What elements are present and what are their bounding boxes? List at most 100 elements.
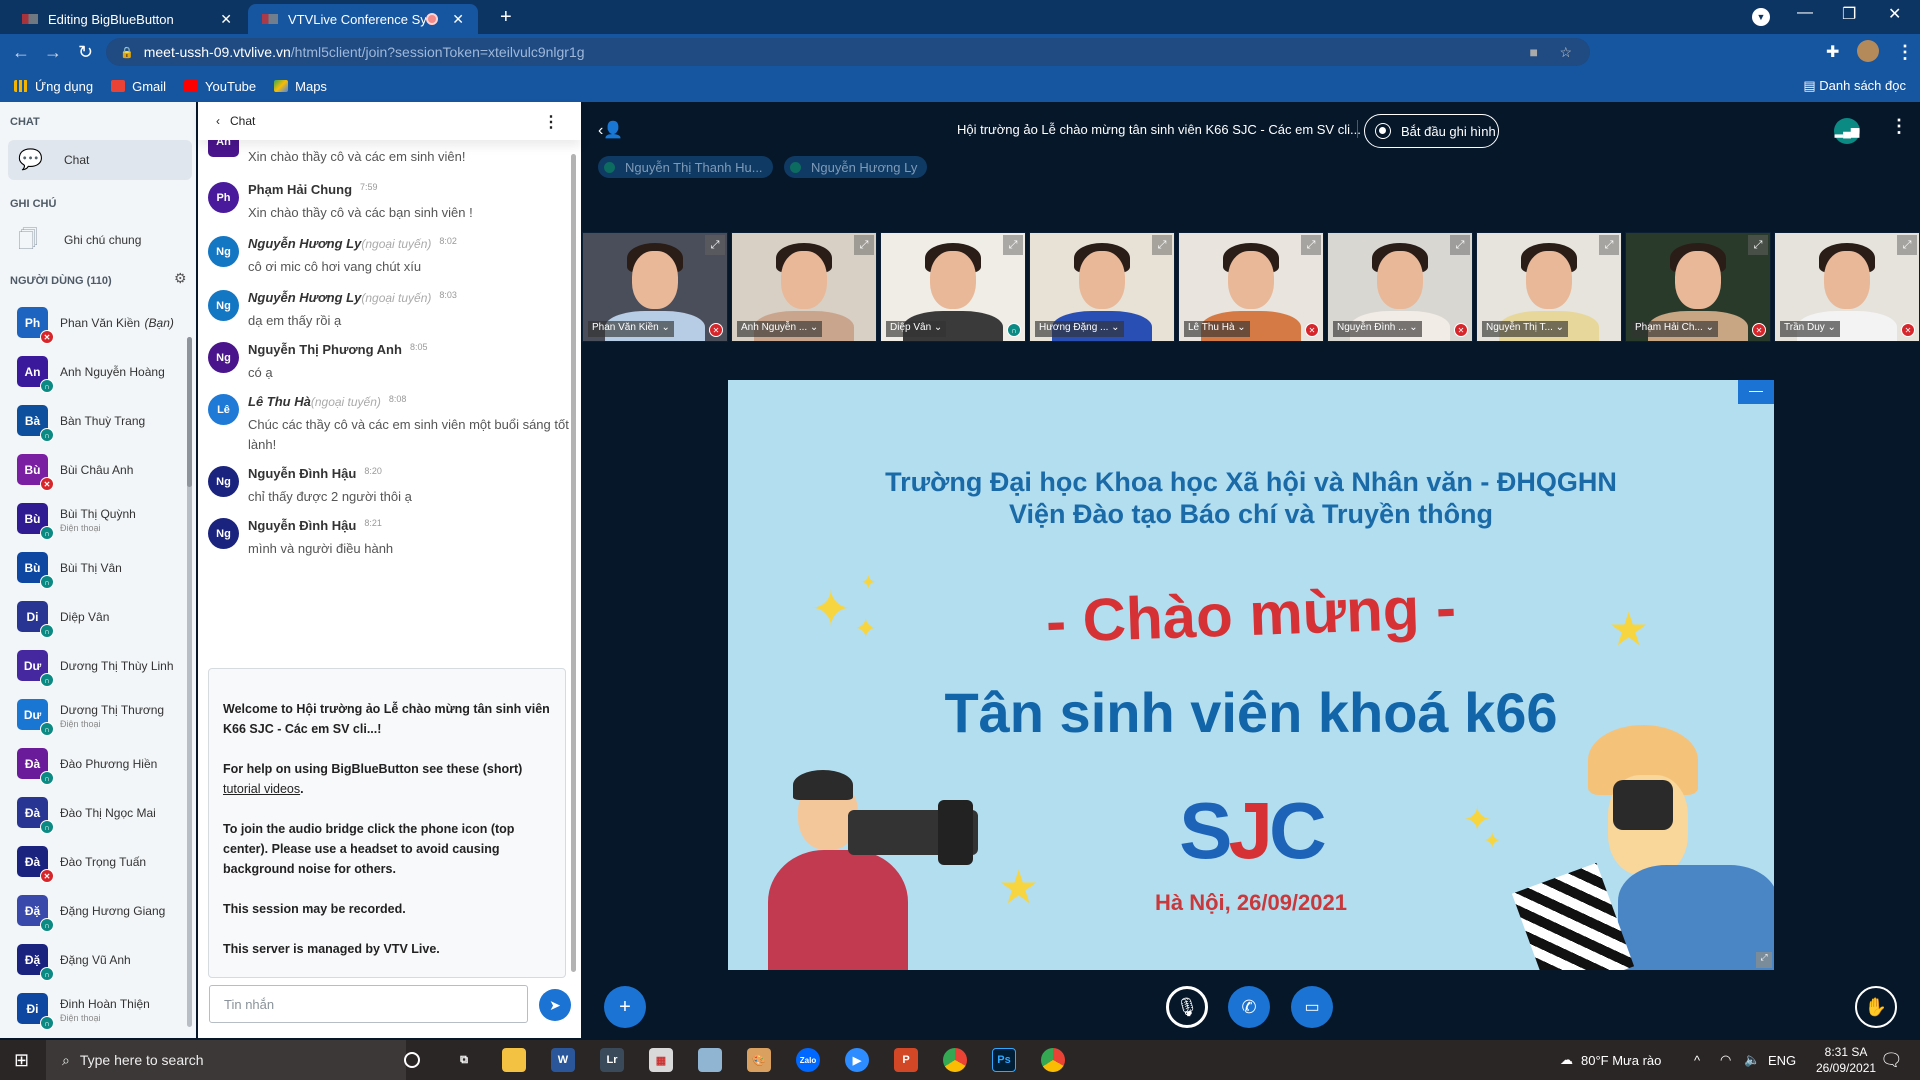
chrome-icon[interactable]: [943, 1048, 967, 1072]
forward-icon[interactable]: →: [44, 42, 62, 63]
webcam-user-dropdown[interactable]: Diệp Vân ⌄: [886, 321, 947, 337]
browser-menu-icon[interactable]: ⋮: [1896, 42, 1914, 63]
chat-scrollbar[interactable]: [571, 154, 576, 972]
fullscreen-icon[interactable]: ⤢: [1756, 952, 1772, 968]
tutorial-videos-link[interactable]: tutorial videos: [223, 782, 300, 796]
talking-indicator[interactable]: Nguyễn Hương Ly: [784, 156, 928, 178]
task-view-icon[interactable]: ⧉: [452, 1048, 476, 1072]
chat-title[interactable]: Chat: [230, 114, 255, 128]
extensions-icon[interactable]: ✚: [1826, 42, 1839, 62]
close-tab-icon[interactable]: ✕: [452, 11, 464, 28]
webcam-tile[interactable]: ⤢ Phạm Hải Ch... ⌄ ✕: [1625, 232, 1771, 342]
fullscreen-icon[interactable]: ⤢: [1450, 235, 1470, 255]
wifi-icon[interactable]: ◠: [1720, 1040, 1731, 1080]
fullscreen-icon[interactable]: ⤢: [1152, 235, 1172, 255]
paint-icon[interactable]: 🎨: [747, 1048, 771, 1072]
user-list-scrollbar-thumb[interactable]: [187, 337, 192, 487]
webcam-tile[interactable]: ⤢ Hương Đặng ... ⌄: [1029, 232, 1175, 342]
webcam-user-dropdown[interactable]: Nguyễn Đình ... ⌄: [1333, 321, 1422, 337]
actions-button[interactable]: +: [604, 986, 646, 1028]
bookmark-apps[interactable]: Ứng dụng: [14, 79, 93, 94]
chevron-left-icon[interactable]: ‹: [216, 114, 220, 128]
message-input[interactable]: Tin nhắn: [209, 985, 528, 1023]
webcam-user-dropdown[interactable]: Hương Đặng ... ⌄: [1035, 321, 1124, 337]
webcam-user-dropdown[interactable]: Lê Thu Hà ⌄: [1184, 321, 1250, 337]
fullscreen-icon[interactable]: ⤢: [1003, 235, 1023, 255]
bookmark-maps[interactable]: Maps: [274, 79, 327, 94]
tab-editing-bigbluebutton[interactable]: Editing BigBlueButton ✕: [8, 4, 246, 34]
reload-icon[interactable]: ↻: [78, 42, 93, 63]
fullscreen-icon[interactable]: ⤢: [1897, 235, 1917, 255]
chat-options-icon[interactable]: ⋮: [543, 112, 559, 132]
start-recording-button[interactable]: Bắt đầu ghi hình: [1364, 114, 1499, 148]
chrome-profile-icon[interactable]: [1041, 1048, 1065, 1072]
webcam-user-dropdown[interactable]: Phạm Hải Ch... ⌄: [1631, 321, 1718, 337]
user-list-item[interactable]: Ph ✕ Phan Văn Kiền (Bạn): [0, 298, 188, 347]
user-list-item[interactable]: Đà ✕ Đào Trọng Tuấn: [0, 837, 188, 886]
word-icon[interactable]: W: [551, 1048, 575, 1072]
sidebar-item-shared-notes[interactable]: 🗍 Ghi chú chung: [8, 220, 192, 260]
reading-list-button[interactable]: ▤ Danh sách đọc: [1803, 78, 1906, 94]
webcam-tile[interactable]: ⤢ Nguyễn Đình ... ⌄ ✕: [1327, 232, 1473, 342]
url-input[interactable]: 🔒 meet-ussh-09.vtvlive.vn/html5client/jo…: [106, 38, 1590, 66]
restore-icon[interactable]: ❐: [1842, 4, 1856, 24]
user-list-item[interactable]: An ∩ Anh Nguyễn Hoàng: [0, 347, 188, 396]
bookmark-youtube[interactable]: YouTube: [184, 79, 256, 94]
language-indicator[interactable]: ENG: [1768, 1040, 1796, 1080]
lightroom-icon[interactable]: Lr: [600, 1048, 624, 1072]
app-icon[interactable]: ▦: [649, 1048, 673, 1072]
volume-icon[interactable]: 🔈: [1744, 1040, 1760, 1080]
unmute-button[interactable]: 🎙: [1166, 986, 1208, 1028]
webcam-tile[interactable]: ⤢ Anh Nguyễn ... ⌄: [731, 232, 877, 342]
profile-avatar[interactable]: [1857, 40, 1879, 62]
file-explorer-icon[interactable]: [502, 1048, 526, 1072]
user-list-item[interactable]: Dư ∩ Dương Thị Thùy Linh: [0, 641, 188, 690]
tab-vtvlive-conference[interactable]: VTVLive Conference System ✕: [248, 4, 478, 34]
cortana-icon[interactable]: [404, 1052, 420, 1068]
taskbar-search[interactable]: ⌕ Type here to search: [46, 1040, 406, 1080]
user-list-item[interactable]: Đặ ∩ Đặng Hương Giang: [0, 886, 188, 935]
user-list-item[interactable]: Bù ✕ Bùi Châu Anh: [0, 445, 188, 494]
share-webcam-button[interactable]: ▭: [1291, 986, 1333, 1028]
close-tab-icon[interactable]: ✕: [220, 11, 232, 28]
fullscreen-icon[interactable]: ⤢: [705, 235, 725, 255]
user-list-item[interactable]: Đặ ∩ Đặng Vũ Anh: [0, 935, 188, 984]
show-hidden-icons[interactable]: ^: [1694, 1040, 1700, 1080]
minimize-icon[interactable]: —: [1797, 4, 1813, 22]
photoshop-icon[interactable]: Ps: [992, 1048, 1016, 1072]
fullscreen-icon[interactable]: ⤢: [1301, 235, 1321, 255]
user-list-item[interactable]: Đà ∩ Đào Phương Hiền: [0, 739, 188, 788]
gear-icon[interactable]: ⚙: [174, 270, 187, 287]
webcam-user-dropdown[interactable]: Trần Duy ⌄: [1780, 321, 1840, 337]
webcam-user-dropdown[interactable]: Nguyễn Thị T... ⌄: [1482, 321, 1569, 337]
raise-hand-button[interactable]: ✋: [1855, 986, 1897, 1028]
fullscreen-icon[interactable]: ⤢: [1748, 235, 1768, 255]
fullscreen-icon[interactable]: ⤢: [854, 235, 874, 255]
webcam-tile[interactable]: ⤢ Lê Thu Hà ⌄ ✕: [1178, 232, 1324, 342]
notifications-icon[interactable]: 🗨: [1880, 1040, 1903, 1080]
webcam-user-dropdown[interactable]: Anh Nguyễn ... ⌄: [737, 321, 823, 337]
zalo-icon[interactable]: Zalo: [796, 1048, 820, 1072]
user-list-item[interactable]: Đi ∩ Đinh Hoàn Thiện Điện thoại: [0, 984, 188, 1033]
user-list-item[interactable]: Bù ∩ Bùi Thị Vân: [0, 543, 188, 592]
webcam-tile[interactable]: ⤢ Trần Duy ⌄ ✕: [1774, 232, 1920, 342]
user-list-item[interactable]: Bù ∩ Bùi Thị Quỳnh Điện thoại: [0, 494, 188, 543]
send-button[interactable]: ➤: [539, 989, 571, 1021]
webcam-user-dropdown[interactable]: Phan Văn Kiền ⌄: [588, 321, 674, 337]
webcam-tile[interactable]: ⤢ Phan Văn Kiền ⌄ ✕: [582, 232, 728, 342]
user-list-item[interactable]: Di ∩ Diệp Vân: [0, 592, 188, 641]
bookmark-gmail[interactable]: Gmail: [111, 79, 166, 94]
zoom-icon[interactable]: ▶: [845, 1048, 869, 1072]
weather-widget[interactable]: ☁ 80°F Mưa rào: [1560, 1040, 1661, 1080]
webcam-tile[interactable]: ⤢ Diệp Vân ⌄ ∩: [880, 232, 1026, 342]
back-icon[interactable]: ←: [12, 42, 30, 63]
user-list-item[interactable]: Đà ∩ Đào Thị Ngọc Mai: [0, 788, 188, 837]
fullscreen-icon[interactable]: ⤢: [1599, 235, 1619, 255]
leave-audio-button[interactable]: ✆: [1228, 986, 1270, 1028]
camera-icon[interactable]: ■: [1530, 44, 1538, 60]
powerpoint-icon[interactable]: P: [894, 1048, 918, 1072]
connection-status-icon[interactable]: ▂▄▆: [1834, 118, 1860, 144]
plus-icon[interactable]: +: [500, 6, 512, 29]
user-list-item[interactable]: Dư ∩ Dương Thị Thương Điện thoại: [0, 690, 188, 739]
windows-start-icon[interactable]: ⊞: [14, 1050, 29, 1071]
